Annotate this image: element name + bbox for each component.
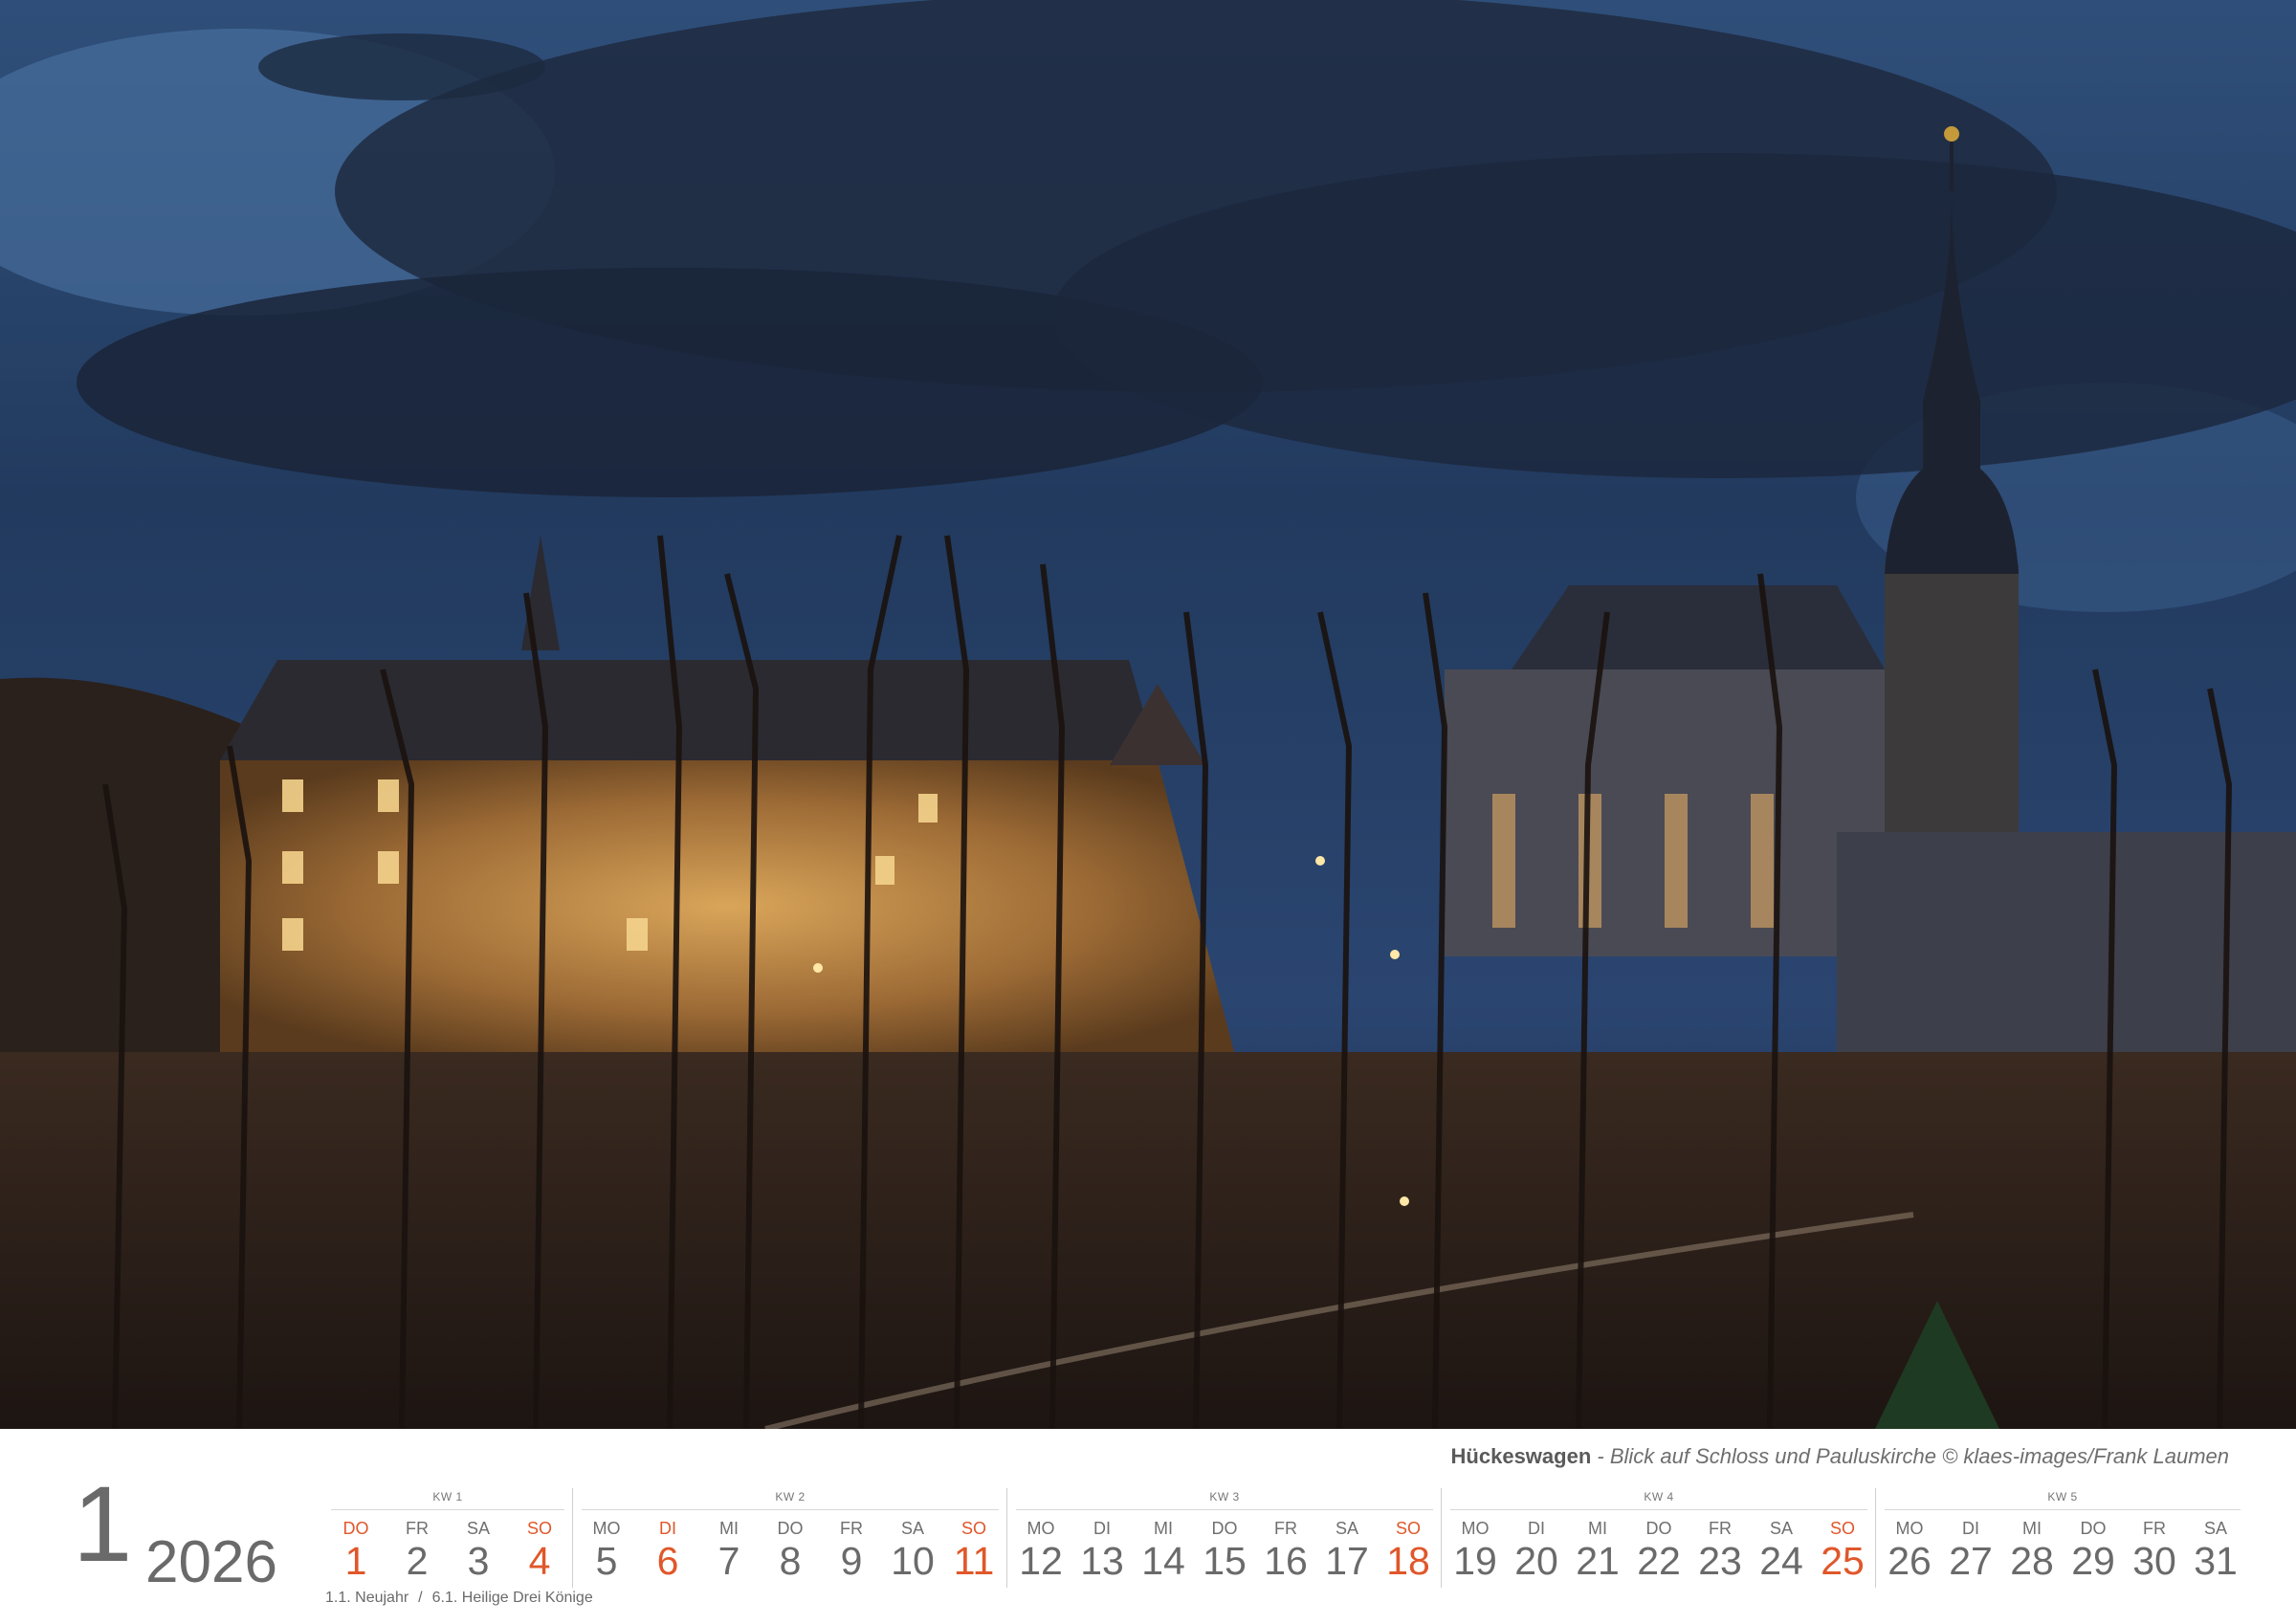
weekday-name: SO [1395, 1519, 1421, 1538]
year: 2026 [145, 1529, 277, 1595]
weekday-name: FR [406, 1519, 429, 1538]
day-number: 24 [1759, 1539, 1803, 1583]
month-number: 1 [73, 1464, 133, 1584]
caption-place: Hückeswagen [1450, 1444, 1592, 1468]
calendar-week: KW 1 DO 1 FR 2 SA 3 SO 4 [325, 1484, 570, 1590]
week-divider-line [1016, 1509, 1433, 1510]
holiday-note: 6.1. Heilige Drei Könige [431, 1590, 593, 1606]
calendar-photo [0, 0, 2296, 1429]
day-number: 30 [2132, 1539, 2176, 1583]
week-number-label: KW 3 [1209, 1490, 1240, 1503]
week-divider-line [1885, 1509, 2241, 1510]
day-number: 1 [344, 1539, 367, 1583]
week-divider-line [331, 1509, 564, 1510]
day-number: 8 [779, 1539, 802, 1583]
weekday-name: SA [466, 1519, 490, 1538]
day-number: 22 [1637, 1539, 1681, 1583]
holiday-separator: / [418, 1590, 423, 1606]
weekday-name: DO [1645, 1519, 1672, 1538]
holiday-note: 1.1. Neujahr [325, 1590, 409, 1606]
weekday-name: MO [1895, 1519, 1924, 1538]
week-number-label: KW 2 [775, 1490, 806, 1503]
calendar-week: KW 3 MO 12 DI 13 MI 14 DO 15 FR 16 SA 17 SO 18 [1010, 1484, 1439, 1590]
weekday-name: DO [342, 1519, 369, 1538]
week-separator [1441, 1488, 1442, 1588]
day-number: 29 [2071, 1539, 2115, 1583]
weekday-name: SA [900, 1519, 924, 1538]
week-separator [1006, 1488, 1007, 1588]
weekday-name: MI [1588, 1519, 1607, 1538]
weekday-name: DO [777, 1519, 804, 1538]
week-number-label: KW 5 [2047, 1490, 2078, 1503]
day-number: 9 [840, 1539, 863, 1583]
weekday-name: SO [526, 1519, 552, 1538]
weekday-name: DO [1211, 1519, 1238, 1538]
weekday-name: FR [1274, 1519, 1297, 1538]
weekday-name: DI [1093, 1519, 1111, 1538]
day-number: 2 [406, 1539, 429, 1583]
day-number: 5 [595, 1539, 618, 1583]
day-number: 3 [467, 1539, 490, 1583]
day-number: 4 [528, 1539, 551, 1583]
weekday-name: SO [960, 1519, 986, 1538]
day-number: 12 [1019, 1539, 1063, 1583]
weekday-name: SA [1769, 1519, 1793, 1538]
week-number-label: KW 1 [432, 1490, 463, 1503]
weekday-name: MI [2022, 1519, 2042, 1538]
day-number: 28 [2010, 1539, 2054, 1583]
calendar-week: KW 2 MO 5 DI 6 MI 7 DO 8 FR 9 SA 10 SO 11 [576, 1484, 1004, 1590]
week-divider-line [582, 1509, 999, 1510]
weekday-name: MO [1027, 1519, 1055, 1538]
weekday-name: DI [1962, 1519, 1979, 1538]
photo-caption: Hückeswagen - Blick auf Schloss und Paul… [1451, 1444, 2229, 1469]
weekday-name: MO [1461, 1519, 1490, 1538]
day-number: 17 [1325, 1539, 1369, 1583]
day-number: 11 [953, 1539, 995, 1583]
day-number: 31 [2194, 1539, 2238, 1583]
calendar-week: KW 5 MO 26 DI 27 MI 28 DO 29 FR 30 SA 31 [1879, 1484, 2246, 1590]
day-number: 6 [656, 1539, 679, 1583]
day-number: 27 [1949, 1539, 1993, 1583]
day-number: 7 [718, 1539, 740, 1583]
weekday-name: MI [1154, 1519, 1173, 1538]
day-number: 23 [1698, 1539, 1742, 1583]
calendar-grid: KW 1 DO 1 FR 2 SA 3 SO 4 KW 2 MO 5 DI 6 MI 7 DO 8 FR 9 SA 10 S… [325, 1484, 2241, 1590]
weekday-name: MI [719, 1519, 739, 1538]
day-number: 14 [1141, 1539, 1185, 1583]
day-number: 26 [1888, 1539, 1932, 1583]
weekday-name: MO [592, 1519, 621, 1538]
castle-and-church-night-scene [0, 0, 2296, 1429]
day-number: 21 [1576, 1539, 1620, 1583]
week-separator [572, 1488, 573, 1588]
caption-description: - Blick auf Schloss und Pauluskirche © k… [1591, 1444, 2229, 1468]
weekday-name: DI [1528, 1519, 1545, 1538]
day-number: 15 [1203, 1539, 1247, 1583]
day-number: 10 [891, 1539, 935, 1583]
day-number: 20 [1514, 1539, 1558, 1583]
weekday-name: DO [2080, 1519, 2107, 1538]
weekday-name: SA [2203, 1519, 2227, 1538]
day-number: 13 [1080, 1539, 1124, 1583]
day-number: 18 [1386, 1539, 1430, 1583]
week-divider-line [1450, 1509, 1867, 1510]
holiday-notes: 1.1. Neujahr / 6.1. Heilige Drei Könige [325, 1590, 593, 1607]
day-number: 19 [1453, 1539, 1497, 1583]
weekday-name: FR [840, 1519, 863, 1538]
week-separator [1875, 1488, 1876, 1588]
weekday-name: SO [1829, 1519, 1855, 1538]
week-number-label: KW 4 [1644, 1490, 1674, 1503]
weekday-name: DI [659, 1519, 676, 1538]
calendar-week: KW 4 MO 19 DI 20 MI 21 DO 22 FR 23 SA 24 SO 25 [1445, 1484, 1873, 1590]
weekday-name: FR [2143, 1519, 2166, 1538]
weekday-name: SA [1335, 1519, 1358, 1538]
day-number: 16 [1264, 1539, 1308, 1583]
day-number: 25 [1821, 1539, 1865, 1583]
weekday-name: FR [1709, 1519, 1732, 1538]
